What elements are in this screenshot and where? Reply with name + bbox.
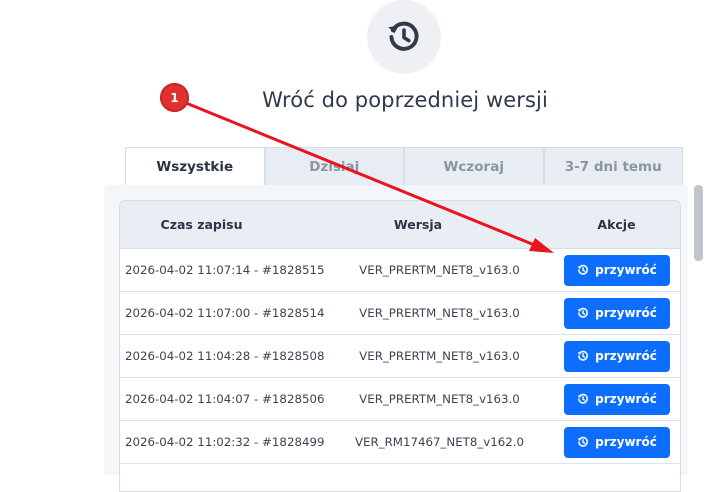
row-time: 2026-04-02 11:07:00 - #1828514 (125, 306, 325, 320)
row-version: VER_PRERTM_NET8_v163.0 (359, 263, 520, 277)
tab-bar: Wszystkie Dzisiaj Wczoraj 3-7 dni temu (125, 147, 683, 185)
table-row: 2026-04-02 11:07:14 - #1828515 VER_PRERT… (120, 249, 680, 292)
tab-yesterday[interactable]: Wczoraj (404, 147, 544, 185)
restore-button[interactable]: przywróć (564, 426, 670, 458)
history-icon-badge (367, 0, 441, 74)
restore-icon (577, 264, 589, 275)
restore-icon (577, 350, 589, 361)
row-actions: przywróć (554, 297, 680, 329)
tab-all[interactable]: Wszystkie (125, 147, 265, 185)
versions-table: Czas zapisu Wersja Akcje 2026-04-02 11:0… (119, 200, 681, 492)
row-version: VER_PRERTM_NET8_v163.0 (359, 349, 520, 363)
restore-button-label: przywróć (595, 349, 657, 363)
restore-button-label: przywróć (595, 392, 657, 406)
restore-button[interactable]: przywróć (564, 297, 670, 329)
annotation-step-badge: 1 (160, 83, 189, 112)
row-version: VER_PRERTM_NET8_v163.0 (359, 306, 520, 320)
table-row: 2026-04-02 11:04:28 - #1828508 VER_PRERT… (120, 335, 680, 378)
restore-icon (577, 393, 589, 404)
row-actions: przywróć (554, 254, 680, 286)
row-version: VER_PRERTM_NET8_v163.0 (359, 392, 520, 406)
row-time: 2026-04-02 11:04:28 - #1828508 (125, 349, 325, 363)
tab-today[interactable]: Dzisiaj (264, 147, 404, 185)
row-time: 2026-04-02 11:02:32 - #1828499 (125, 435, 325, 449)
restore-icon (577, 436, 589, 447)
header-actions: Akcje (597, 217, 636, 232)
row-time: 2026-04-02 11:07:14 - #1828515 (125, 263, 325, 277)
restore-button[interactable]: przywróć (564, 340, 670, 372)
restore-button-label: przywróć (595, 263, 657, 277)
restore-button[interactable]: przywróć (564, 383, 670, 415)
history-icon (388, 21, 419, 51)
header-version: Wersja (393, 217, 443, 232)
tab-3-7-days[interactable]: 3-7 dni temu (543, 147, 683, 185)
table-row: 2026-04-02 11:02:32 - #1828499 VER_RM174… (120, 421, 680, 464)
row-version: VER_RM17467_NET8_v162.0 (354, 435, 525, 449)
scrollbar-thumb[interactable] (694, 185, 703, 261)
restore-icon (577, 307, 589, 318)
row-actions: przywróć (554, 426, 680, 458)
restore-button[interactable]: przywróć (564, 254, 670, 286)
row-actions: przywróć (554, 340, 680, 372)
row-time: 2026-04-02 11:04:07 - #1828506 (125, 392, 325, 406)
table-header: Czas zapisu Wersja Akcje (120, 201, 680, 249)
table-row: 2026-04-02 11:07:00 - #1828514 VER_PRERT… (120, 292, 680, 335)
row-actions: przywróć (554, 383, 680, 415)
restore-button-label: przywróć (595, 306, 657, 320)
table-row: 2026-04-02 11:04:07 - #1828506 VER_PRERT… (120, 378, 680, 421)
page-title: Wróć do poprzedniej wersji (262, 88, 548, 112)
restore-button-label: przywróć (595, 435, 657, 449)
header-time: Czas zapisu (160, 217, 243, 232)
